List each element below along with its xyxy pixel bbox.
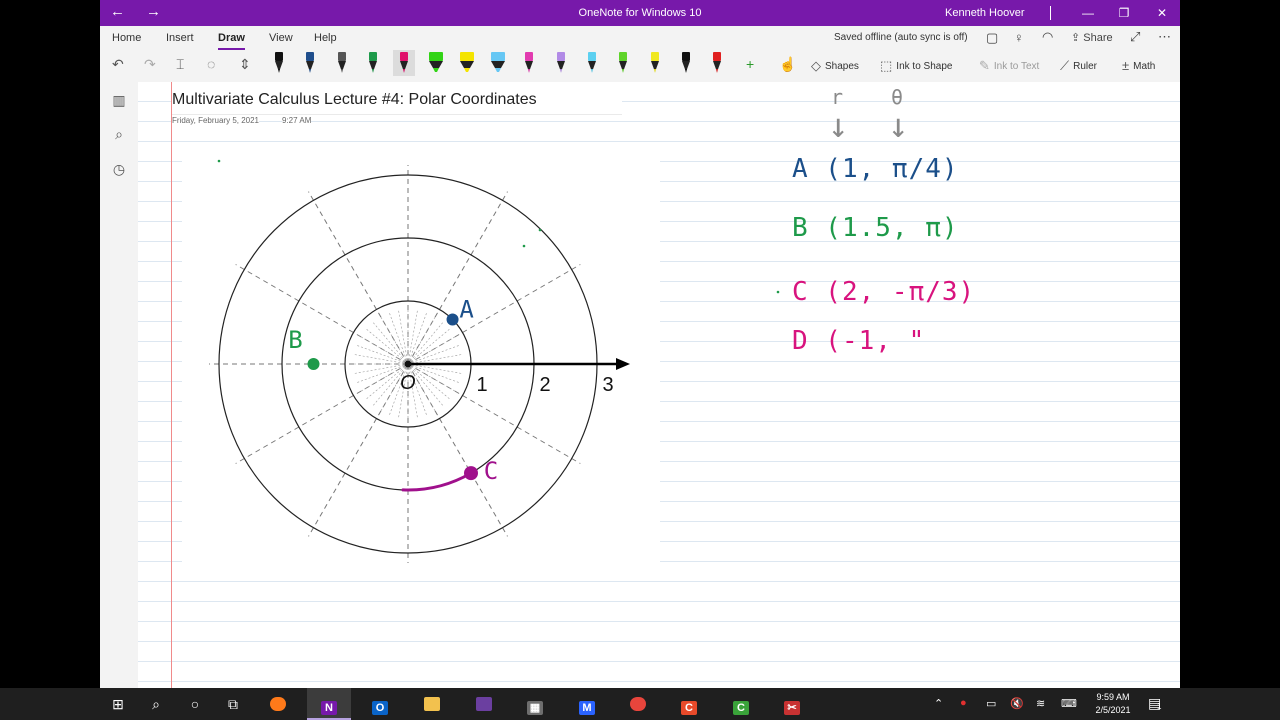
minimize-icon[interactable]: — [1070, 0, 1106, 26]
chrome-icon[interactable] [616, 688, 660, 720]
battery-icon[interactable]: ▭ [986, 697, 996, 710]
share-icon: ⇪ [1071, 32, 1084, 44]
pen-icon[interactable] [675, 50, 697, 76]
snip-icon[interactable]: ✂ [770, 688, 814, 720]
highlighter-icon[interactable] [425, 50, 447, 76]
touch-draw-icon[interactable]: ☝ [779, 56, 796, 72]
notebook-icon[interactable]: ▢ [986, 30, 998, 46]
ink-layer [217, 159, 780, 492]
pen-icon[interactable] [299, 50, 321, 76]
add-pen-icon[interactable]: + [746, 56, 754, 72]
pen-icon[interactable] [581, 50, 603, 76]
show-hidden-icons-icon[interactable]: ⌃ [934, 697, 943, 710]
pen-icon[interactable] [612, 50, 634, 76]
pen-icon[interactable] [706, 50, 728, 76]
ink-to-text-icon: ✎ [979, 58, 990, 73]
left-rail: ▥ ⌕ ◷ [100, 82, 139, 688]
file-explorer-icon[interactable] [410, 688, 454, 720]
redo-icon[interactable]: ↷ [144, 56, 156, 72]
malwarebytes-icon[interactable]: M [565, 688, 609, 720]
add-space-icon[interactable]: ⇕ [239, 56, 251, 72]
shapes-button[interactable]: ◇ Shapes [811, 58, 859, 74]
ribbon: Home Insert Draw View Help Saved offline… [100, 26, 1180, 83]
ruler-icon: ⟋ [1060, 58, 1070, 73]
taskbar-clock[interactable]: 9:59 AM 2/5/2021 [1085, 691, 1141, 717]
note-arrow-r-icon: ↓ [828, 106, 850, 146]
taskbar: ⊞ ⌕ ○ ⧉ N O ▦ M C C ✂ ⌃ ● ▭ 🔇 ≋ ⌨ 9:59 AM 2/5/2021 ▤ 1 [0, 688, 1280, 720]
onenote-icon[interactable]: N [307, 688, 351, 720]
title-bar: ← → OneNote for Windows 10 Kenneth Hoove… [100, 0, 1180, 26]
note-point-b: B (1.5, π) [792, 213, 959, 243]
note-arrow-theta-icon: ↓ [888, 106, 910, 146]
pen-icon[interactable] [518, 50, 540, 76]
calculator-icon[interactable]: ▦ [513, 688, 557, 720]
sync-status: Saved offline (auto sync is off) [834, 32, 968, 43]
shapes-icon: ◇ [811, 58, 821, 73]
tab-insert[interactable]: Insert [166, 32, 194, 44]
ink-dot [217, 159, 221, 163]
page-canvas[interactable]: Multivariate Calculus Lecture #4: Polar … [138, 82, 1180, 688]
title-separator [1050, 6, 1051, 20]
keyboard-icon[interactable]: ⌨ [1061, 697, 1077, 710]
notification-count: 1 [1157, 702, 1162, 711]
camtasia-green-icon[interactable]: C [719, 688, 763, 720]
pen-icon[interactable] [644, 50, 666, 76]
bell-icon[interactable]: ◠ [1042, 29, 1053, 45]
ink-to-shape-icon: ⬚ [880, 58, 893, 73]
user-name[interactable]: Kenneth Hoover [945, 7, 1025, 19]
pen-icon[interactable] [362, 50, 384, 76]
tab-view[interactable]: View [269, 32, 293, 44]
pen-icon[interactable] [268, 50, 290, 76]
note-point-c: C (2, -π/3) [792, 277, 976, 307]
ink-arc-c [401, 471, 473, 492]
fullscreen-icon[interactable]: ⤢ [1130, 29, 1140, 45]
close-icon[interactable]: ✕ [1144, 0, 1180, 26]
undo-icon[interactable]: ↶ [112, 56, 124, 72]
camtasia-red-icon[interactable]: C [667, 688, 711, 720]
pen-icon[interactable] [550, 50, 572, 76]
search-icon[interactable]: ⌕ [100, 126, 138, 143]
pen-icon[interactable] [393, 50, 416, 76]
highlighter-icon[interactable] [456, 50, 478, 76]
restore-icon[interactable]: ❐ [1106, 0, 1142, 26]
search-icon[interactable]: ⌕ [134, 688, 178, 720]
onenote-window: ← → OneNote for Windows 10 Kenneth Hoove… [100, 0, 1180, 688]
note-point-a: A (1, π/4) [792, 154, 959, 184]
clock-date: 2/5/2021 [1095, 705, 1131, 715]
ruler-button[interactable]: ⟋ Ruler [1060, 58, 1097, 74]
recording-icon[interactable]: ● [960, 697, 967, 709]
app-purple-icon[interactable] [462, 688, 506, 720]
ink-dot [776, 290, 780, 294]
lightbulb-icon[interactable]: ♀ [1014, 30, 1024, 45]
note-point-d: D (-1, " [792, 326, 926, 356]
ink-to-text-button[interactable]: ✎ Ink to Text [979, 58, 1039, 74]
ink-to-shape-button[interactable]: ⬚ Ink to Shape [880, 58, 952, 74]
type-select-icon[interactable]: ⌶ [176, 56, 184, 72]
volume-muted-icon[interactable]: 🔇 [1010, 697, 1024, 710]
task-view-icon[interactable]: ⧉ [211, 688, 255, 720]
ink-dot [538, 228, 542, 232]
tab-help[interactable]: Help [314, 32, 337, 44]
notebooks-icon[interactable]: ▥ [100, 92, 138, 109]
more-options-icon[interactable]: ⋯ [1158, 29, 1171, 45]
math-icon: ± [1122, 58, 1130, 73]
highlighter-icon[interactable] [487, 50, 509, 76]
outlook-icon[interactable]: O [358, 688, 402, 720]
tab-home[interactable]: Home [112, 32, 141, 44]
ink-dot [522, 244, 526, 248]
clock-time: 9:59 AM [1096, 692, 1130, 702]
share-button[interactable]: ⇪ Share [1071, 31, 1113, 44]
firefox-icon[interactable] [256, 688, 300, 720]
math-button[interactable]: ± Math [1122, 58, 1155, 73]
pen-icon[interactable] [331, 50, 353, 76]
tab-draw[interactable]: Draw [218, 32, 245, 50]
recent-notes-icon[interactable]: ◷ [100, 161, 138, 178]
wifi-icon[interactable]: ≋ [1036, 697, 1045, 710]
lasso-select-icon[interactable]: ◌ [207, 56, 215, 72]
